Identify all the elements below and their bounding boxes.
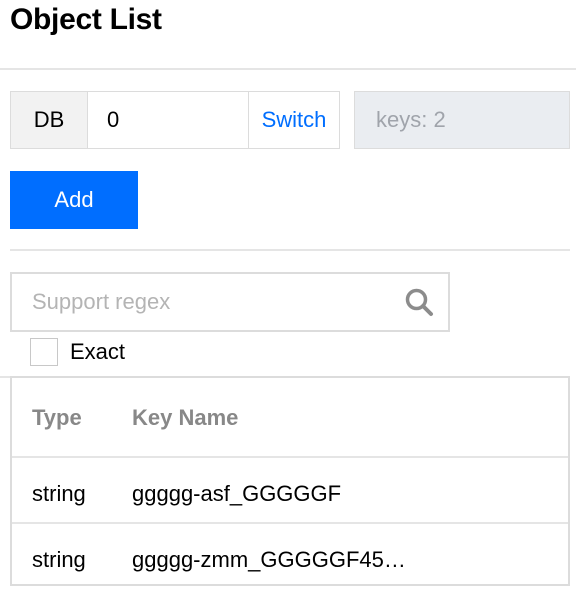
search-icon[interactable]	[404, 287, 434, 317]
column-header-key-name: Key Name	[132, 405, 239, 430]
db-label: DB	[11, 92, 88, 148]
db-input[interactable]	[88, 92, 249, 148]
search-input[interactable]	[12, 274, 392, 330]
divider	[10, 249, 570, 251]
cell-key-name[interactable]: ggggg-zmm_GGGGGF45…	[132, 547, 406, 573]
search-box	[10, 272, 450, 332]
table-row[interactable]: string ggggg-zmm_GGGGGF45…	[12, 524, 568, 588]
cell-key-name[interactable]: ggggg-asf_GGGGGF	[132, 481, 341, 507]
column-header-type: Type	[32, 405, 82, 430]
db-selector: DB Switch	[10, 91, 340, 149]
key-table: Type Key Name string ggggg-asf_GGGGGF st…	[10, 376, 570, 586]
switch-button[interactable]: Switch	[249, 92, 339, 148]
page-title: Object List	[10, 3, 162, 36]
cell-type: string	[32, 481, 86, 506]
add-button[interactable]: Add	[10, 171, 138, 229]
keys-count-field: keys: 2	[354, 91, 570, 149]
exact-label: Exact	[70, 339, 126, 364]
table-header: Type Key Name	[12, 378, 568, 458]
divider	[0, 68, 576, 70]
cell-type: string	[32, 547, 86, 572]
table-row[interactable]: string ggggg-asf_GGGGGF	[12, 458, 568, 524]
exact-checkbox[interactable]	[30, 338, 58, 366]
exact-option: Exact	[30, 336, 125, 368]
